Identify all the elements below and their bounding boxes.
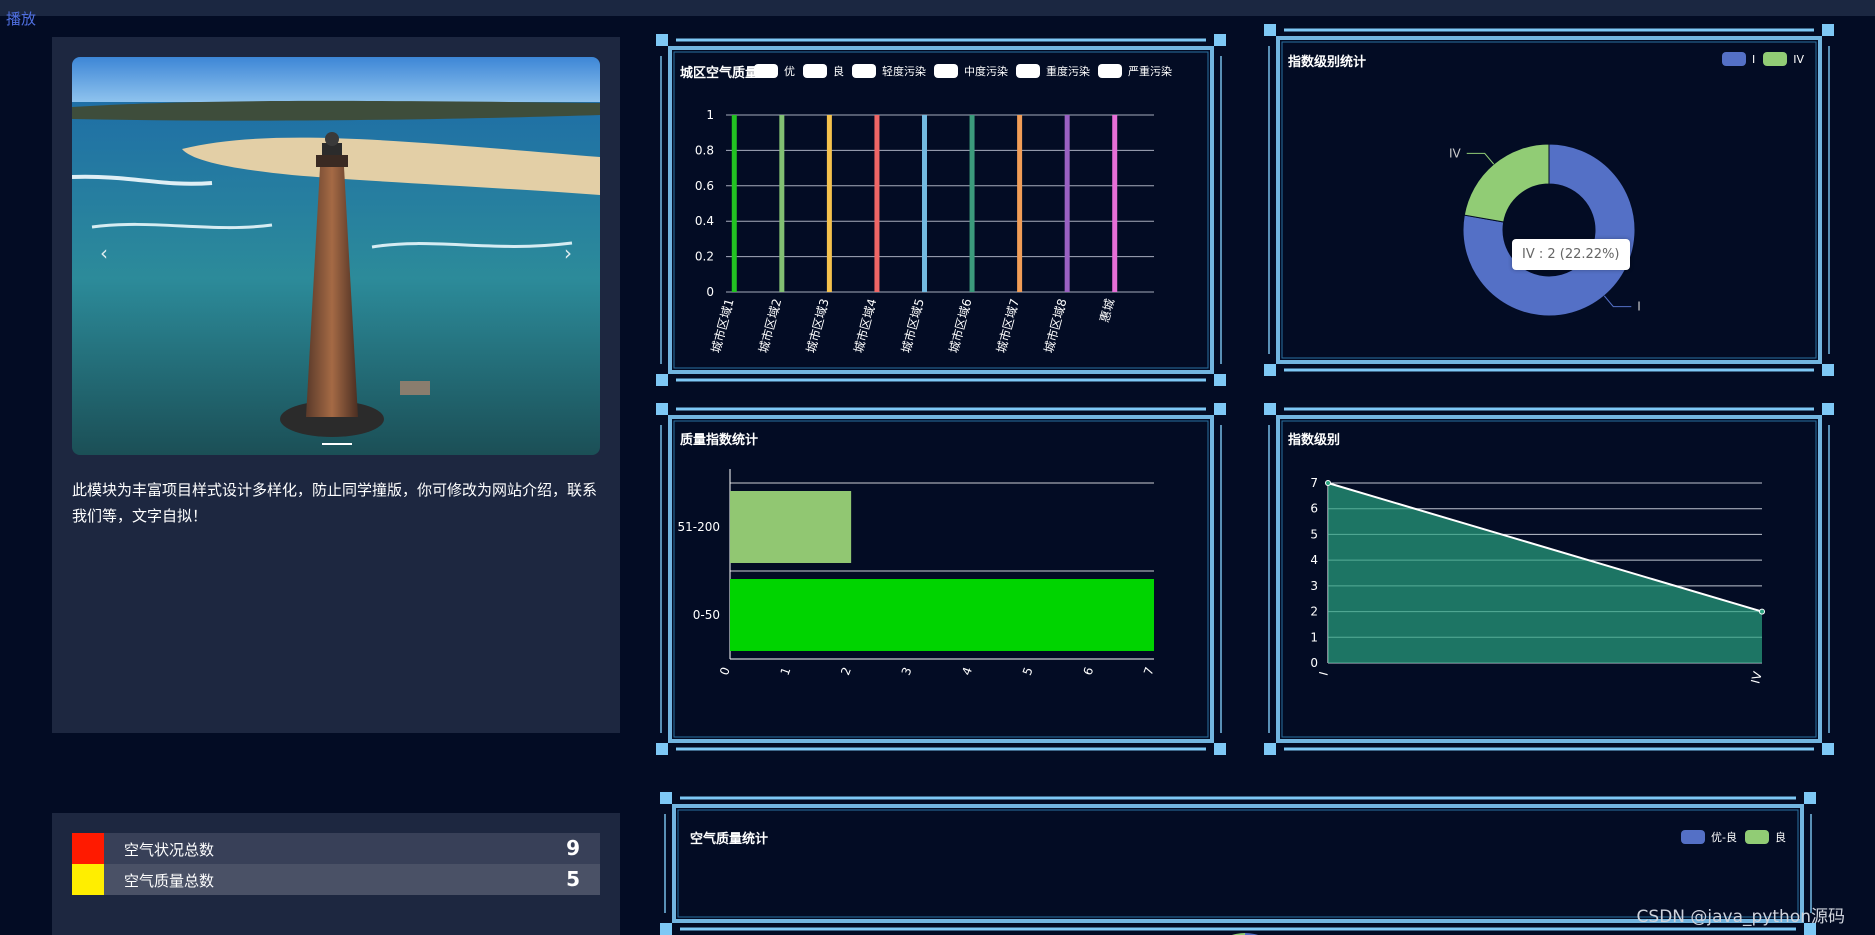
stat-swatch-red: [72, 833, 104, 864]
city-air-panel: 城区空气质量 优 良 轻度污染 中度污染 重度污染 严重污染 0 0.2 0.4 0.…: [656, 34, 1226, 386]
label-line: [1466, 152, 1495, 165]
y-tick-label: 7: [1310, 476, 1318, 490]
x-tick-label: 城市区域4: [850, 297, 879, 355]
y-tick-label: 5: [1310, 527, 1318, 541]
bar: [1112, 115, 1118, 292]
x-tick-label: 城市区域8: [1041, 297, 1070, 355]
bar: [730, 579, 1154, 651]
y-tick-label: 0.2: [695, 250, 714, 264]
stat-label: 空气质量总数: [124, 872, 215, 890]
bar: [922, 115, 927, 292]
area-fill: [1328, 483, 1762, 663]
x-tick-label: 城市区域5: [898, 297, 927, 355]
stat-row-air-status: 空气状况总数 9: [72, 833, 600, 864]
x-tick-label: 7: [1141, 665, 1157, 677]
slice-label: I: [1637, 300, 1641, 314]
stat-row-air-quality: 空气质量总数 5: [72, 864, 600, 895]
carousel-next-button[interactable]: ›: [564, 241, 572, 265]
bar: [731, 115, 737, 292]
x-tick-label: 城市区域6: [946, 297, 975, 355]
label-line: [1603, 295, 1632, 308]
stat-value: 5: [566, 867, 580, 891]
bar: [779, 115, 785, 292]
carousel-prev-button[interactable]: ‹: [100, 241, 108, 265]
x-tick-label: 3: [899, 665, 915, 677]
x-tick-label: I: [1316, 670, 1330, 677]
x-tick-label: 6: [1080, 665, 1096, 677]
stat-value: 9: [566, 836, 580, 860]
quality-index-panel: 质量指数统计 0-50 51-200 0 1 2 3 4 5 6 7: [656, 403, 1226, 755]
quality-index-chart: 0-50 51-200 0 1 2 3 4 5 6 7: [677, 469, 1157, 677]
x-tick-label: 城市区域2: [755, 297, 784, 355]
intro-text: 此模块为丰富项目样式设计多样化，防止同学撞版，你可修改为网站介绍，联系我们等，文…: [72, 481, 598, 525]
x-tick-label: 0: [717, 665, 733, 677]
y-tick-label: 0.4: [695, 214, 714, 228]
index-level-stats-panel: 指数级别统计 I IV I IV IV : 2 (22.22%): [1264, 24, 1834, 376]
x-tick-label: 城市区域3: [803, 297, 832, 355]
slice-label: IV: [1449, 146, 1462, 160]
y-tick-label: 0.8: [695, 143, 714, 157]
x-tick-label: 1: [778, 665, 794, 677]
y-tick-label: 2: [1310, 605, 1318, 619]
y-tick-label: 51-200: [677, 520, 720, 534]
y-tick-label: 0: [1310, 656, 1318, 670]
y-tick-label: 1: [706, 108, 714, 122]
y-tick-label: 4: [1310, 553, 1318, 567]
bar: [1064, 115, 1070, 292]
bar: [826, 115, 832, 292]
chart-tooltip: IV : 2 (22.22%): [1512, 239, 1630, 270]
carousel-indicator[interactable]: [322, 443, 352, 445]
x-tick-label: 2: [838, 665, 854, 677]
watermark: CSDN @java_python源码: [1636, 907, 1845, 927]
play-link[interactable]: 播放: [6, 8, 36, 29]
top-bar: [0, 0, 1875, 16]
x-tick-label: 惠城: [1097, 297, 1117, 324]
bar: [1017, 115, 1023, 292]
stat-label: 空气状况总数: [124, 841, 215, 859]
y-tick-label: 0.6: [695, 179, 714, 193]
index-level-donut: I IV: [1449, 143, 1641, 317]
intro-panel: ‹ › 此模块为丰富项目样式设计多样化，防止同学撞版，你可修改为网站介绍，联系我…: [52, 37, 620, 733]
x-tick-label: 城市区域1: [708, 297, 737, 355]
data-point: [1325, 480, 1331, 486]
y-tick-label: 3: [1310, 579, 1318, 593]
y-tick-label: 0-50: [693, 608, 720, 622]
y-tick-label: 0: [706, 285, 714, 299]
index-level-panel: 指数级别 0 1 2 3 4 5 6 7 I IV: [1264, 403, 1834, 755]
stats-panel: 空气状况总数 9 空气质量总数 5: [52, 813, 620, 935]
image-carousel[interactable]: ‹ ›: [72, 57, 600, 455]
y-tick-label: 1: [1310, 630, 1318, 644]
x-tick-label: 4: [959, 665, 975, 677]
city-air-chart: 0 0.2 0.4 0.6 0.8 1 城市区域1 城市区域2 城市区域3 城市区域4 城市区域5 城…: [695, 108, 1154, 355]
data-point: [1759, 608, 1765, 615]
x-tick-label: 5: [1020, 665, 1036, 677]
donut-slice: [1463, 143, 1550, 223]
y-tick-label: 6: [1310, 502, 1318, 516]
x-tick-label: IV: [1748, 669, 1765, 685]
x-tick-label: 城市区域7: [993, 297, 1022, 355]
bar: [969, 115, 975, 292]
index-level-chart: 0 1 2 3 4 5 6 7 I IV: [1310, 476, 1765, 685]
carousel-image: [72, 57, 600, 455]
bar: [874, 115, 880, 292]
stat-swatch-yellow: [72, 864, 104, 895]
bar: [730, 491, 852, 563]
